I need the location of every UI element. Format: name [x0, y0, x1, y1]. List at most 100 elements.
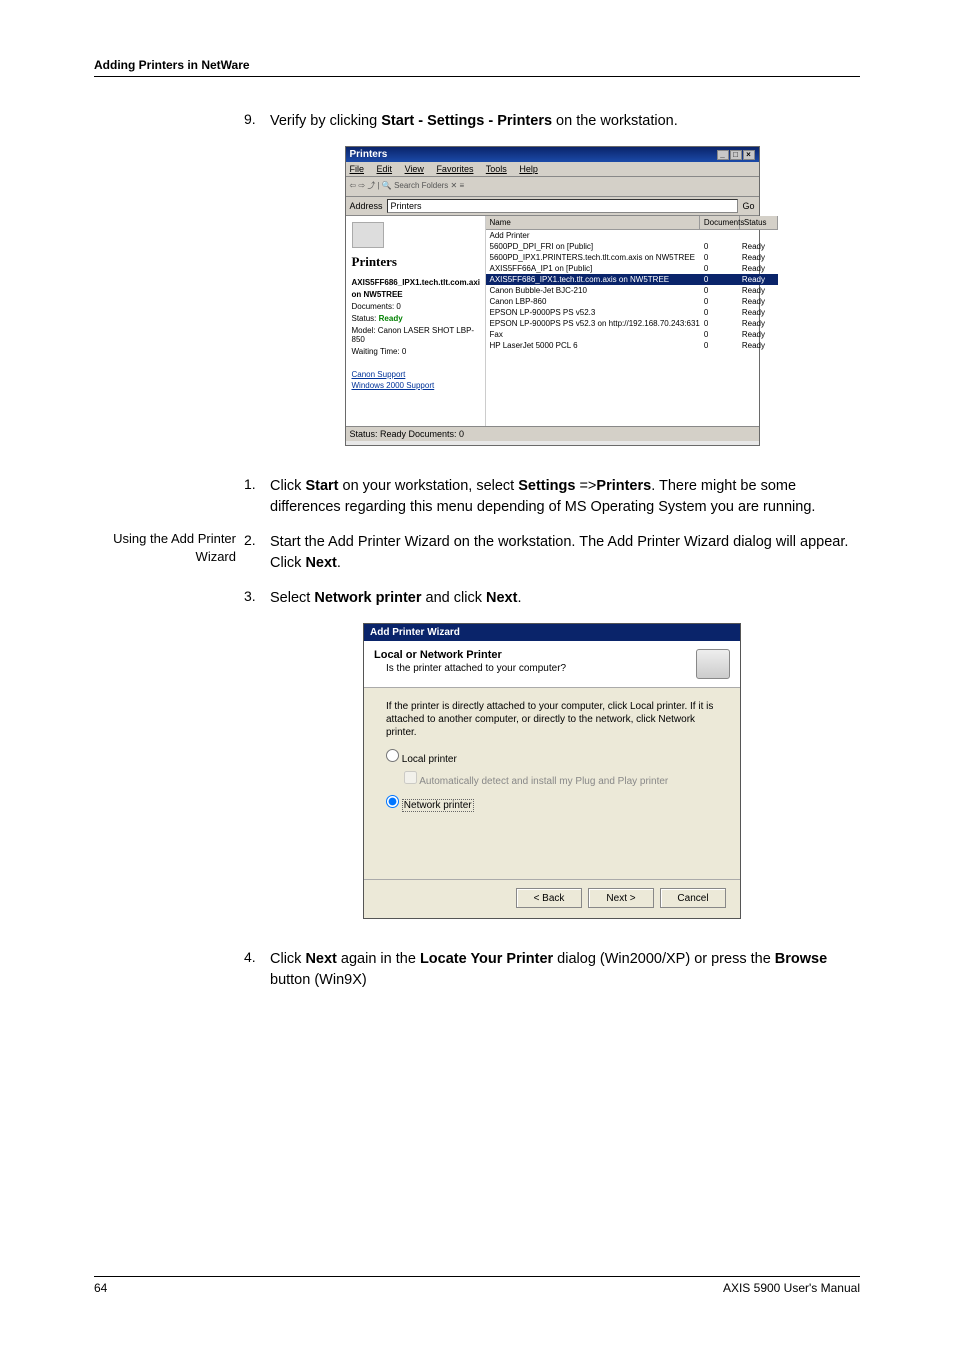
- page-footer: 64 AXIS 5900 User's Manual: [94, 1276, 860, 1295]
- printer-row[interactable]: EPSON LP-9000PS PS v52.30Ready: [486, 307, 778, 318]
- section-title: Adding Printers in NetWare: [94, 58, 860, 72]
- documents-label: Documents: 0: [352, 302, 479, 311]
- printer-row[interactable]: Canon LBP-8600Ready: [486, 296, 778, 307]
- go-button[interactable]: Go: [742, 201, 754, 211]
- text: Verify by clicking: [270, 113, 381, 129]
- text-bold: Locate Your Printer: [420, 951, 553, 967]
- step-number: 2.: [244, 532, 270, 548]
- radio-network-printer[interactable]: Network printer: [386, 795, 718, 811]
- close-icon[interactable]: ×: [743, 150, 755, 160]
- wizard-subheading: Is the printer attached to your computer…: [386, 663, 566, 674]
- text: =>: [575, 478, 596, 494]
- radio-label: Local printer: [402, 754, 457, 765]
- address-label: Address: [350, 201, 383, 211]
- step-text: Click Next again in the Locate Your Prin…: [270, 949, 860, 991]
- cancel-button[interactable]: Cancel: [660, 888, 726, 908]
- printers-list-pane: Name Documents Status Add Printer5600PD_…: [486, 216, 778, 426]
- printer-row[interactable]: AXIS5FF66A_IP1 on [Public]0Ready: [486, 263, 778, 274]
- divider-top: [94, 76, 860, 77]
- printer-status: Ready: [740, 264, 778, 273]
- text: Select: [270, 590, 314, 606]
- printer-name: Canon LBP-860: [486, 297, 700, 306]
- printer-row[interactable]: Fax0Ready: [486, 329, 778, 340]
- wizard-header: Local or Network Printer Is the printer …: [364, 641, 740, 688]
- printer-name: Canon Bubble-Jet BJC-210: [486, 286, 700, 295]
- address-field[interactable]: Printers: [387, 199, 739, 213]
- page-number: 64: [94, 1281, 107, 1295]
- checkbox-label: Automatically detect and install my Plug…: [419, 776, 668, 787]
- text-bold: Settings: [518, 478, 575, 494]
- printer-name: 5600PD_DPI_FRI on [Public]: [486, 242, 700, 251]
- printer-row[interactable]: 5600PD_IPX1.PRINTERS.tech.tlt.com.axis o…: [486, 252, 778, 263]
- text-bold: Next: [486, 590, 517, 606]
- text: Click: [270, 951, 305, 967]
- printer-name: HP LaserJet 5000 PCL 6: [486, 341, 700, 350]
- addressbar: Address Printers Go: [346, 197, 759, 216]
- toolbar-text: Search Folders: [394, 181, 448, 190]
- step-number: 1.: [244, 476, 270, 492]
- text-bold: Browse: [775, 951, 827, 967]
- text-bold: Printers: [596, 478, 651, 494]
- link-canon-support[interactable]: Canon Support: [352, 370, 479, 379]
- step-text: Select Network printer and click Next.: [270, 588, 521, 609]
- printer-row[interactable]: EPSON LP-9000PS PS v52.3 on http://192.1…: [486, 318, 778, 329]
- radio-local-printer[interactable]: Local printer: [386, 749, 718, 765]
- step-3: 3. Select Network printer and click Next…: [244, 588, 860, 609]
- col-documents[interactable]: Documents: [700, 216, 740, 229]
- next-button[interactable]: Next >: [588, 888, 654, 908]
- printer-documents: 0: [700, 330, 740, 339]
- status-row: Status: Ready: [352, 314, 479, 323]
- menu-tools[interactable]: Tools: [486, 164, 507, 174]
- printer-status: Ready: [740, 286, 778, 295]
- back-button[interactable]: < Back: [516, 888, 582, 908]
- window-titlebar: Printers _□×: [346, 147, 759, 162]
- text: .: [517, 590, 521, 606]
- menu-view[interactable]: View: [405, 164, 424, 174]
- window-title: Printers: [350, 149, 388, 160]
- checkbox-auto-detect: Automatically detect and install my Plug…: [404, 771, 718, 787]
- link-windows-support[interactable]: Windows 2000 Support: [352, 381, 479, 390]
- maximize-icon[interactable]: □: [730, 150, 742, 160]
- menu-edit[interactable]: Edit: [377, 164, 393, 174]
- text: and click: [422, 590, 486, 606]
- minimize-icon[interactable]: _: [717, 150, 729, 160]
- step-2: 2. Start the Add Printer Wizard on the w…: [244, 532, 860, 574]
- col-status[interactable]: Status: [740, 216, 778, 229]
- divider-bottom: [94, 1276, 860, 1277]
- menu-help[interactable]: Help: [519, 164, 538, 174]
- step-9: 9. Verify by clicking Start - Settings -…: [244, 111, 860, 132]
- wizard-heading: Local or Network Printer: [374, 649, 566, 661]
- printer-status: Ready: [740, 242, 778, 251]
- printer-documents: 0: [700, 242, 740, 251]
- text: .: [337, 555, 341, 571]
- printer-row[interactable]: Canon Bubble-Jet BJC-2100Ready: [486, 285, 778, 296]
- printers-left-pane: Printers AXIS5FF686_IPX1.tech.tlt.com.ax…: [346, 216, 486, 426]
- col-name[interactable]: Name: [486, 216, 700, 229]
- printer-row[interactable]: HP LaserJet 5000 PCL 60Ready: [486, 340, 778, 351]
- radio-input[interactable]: [386, 795, 399, 808]
- printer-row[interactable]: Add Printer: [486, 230, 778, 241]
- menu-favorites[interactable]: Favorites: [436, 164, 473, 174]
- text-bold: Network printer: [314, 590, 421, 606]
- menu-file[interactable]: File: [350, 164, 365, 174]
- printer-documents: 0: [700, 308, 740, 317]
- printer-name: EPSON LP-9000PS PS v52.3 on http://192.1…: [486, 319, 700, 328]
- text: on your workstation, select: [339, 478, 519, 494]
- printer-name: Add Printer: [486, 231, 700, 240]
- printer-name: Fax: [486, 330, 700, 339]
- sidebar-using-add-printer: Using the Add Printer Wizard: [94, 530, 236, 565]
- printer-name: EPSON LP-9000PS PS v52.3: [486, 308, 700, 317]
- printer-row[interactable]: 5600PD_DPI_FRI on [Public]0Ready: [486, 241, 778, 252]
- printer-status: Ready: [740, 319, 778, 328]
- text-bold: Next: [305, 555, 336, 571]
- text: Click: [270, 478, 305, 494]
- printers-window: Printers _□× File Edit View Favorites To…: [345, 146, 760, 446]
- step-text: Verify by clicking Start - Settings - Pr…: [270, 111, 678, 132]
- text-bold: Start - Settings - Printers: [381, 113, 552, 129]
- toolbar: ⇦ ⇨ ⤴ | 🔍 Search Folders ✕ ≡: [346, 177, 759, 197]
- menubar: File Edit View Favorites Tools Help: [346, 162, 759, 177]
- printer-documents: 0: [700, 286, 740, 295]
- printer-row[interactable]: AXIS5FF686_IPX1.tech.tlt.com.axis on NW5…: [486, 274, 778, 285]
- status-value: Ready: [379, 314, 403, 323]
- radio-input[interactable]: [386, 749, 399, 762]
